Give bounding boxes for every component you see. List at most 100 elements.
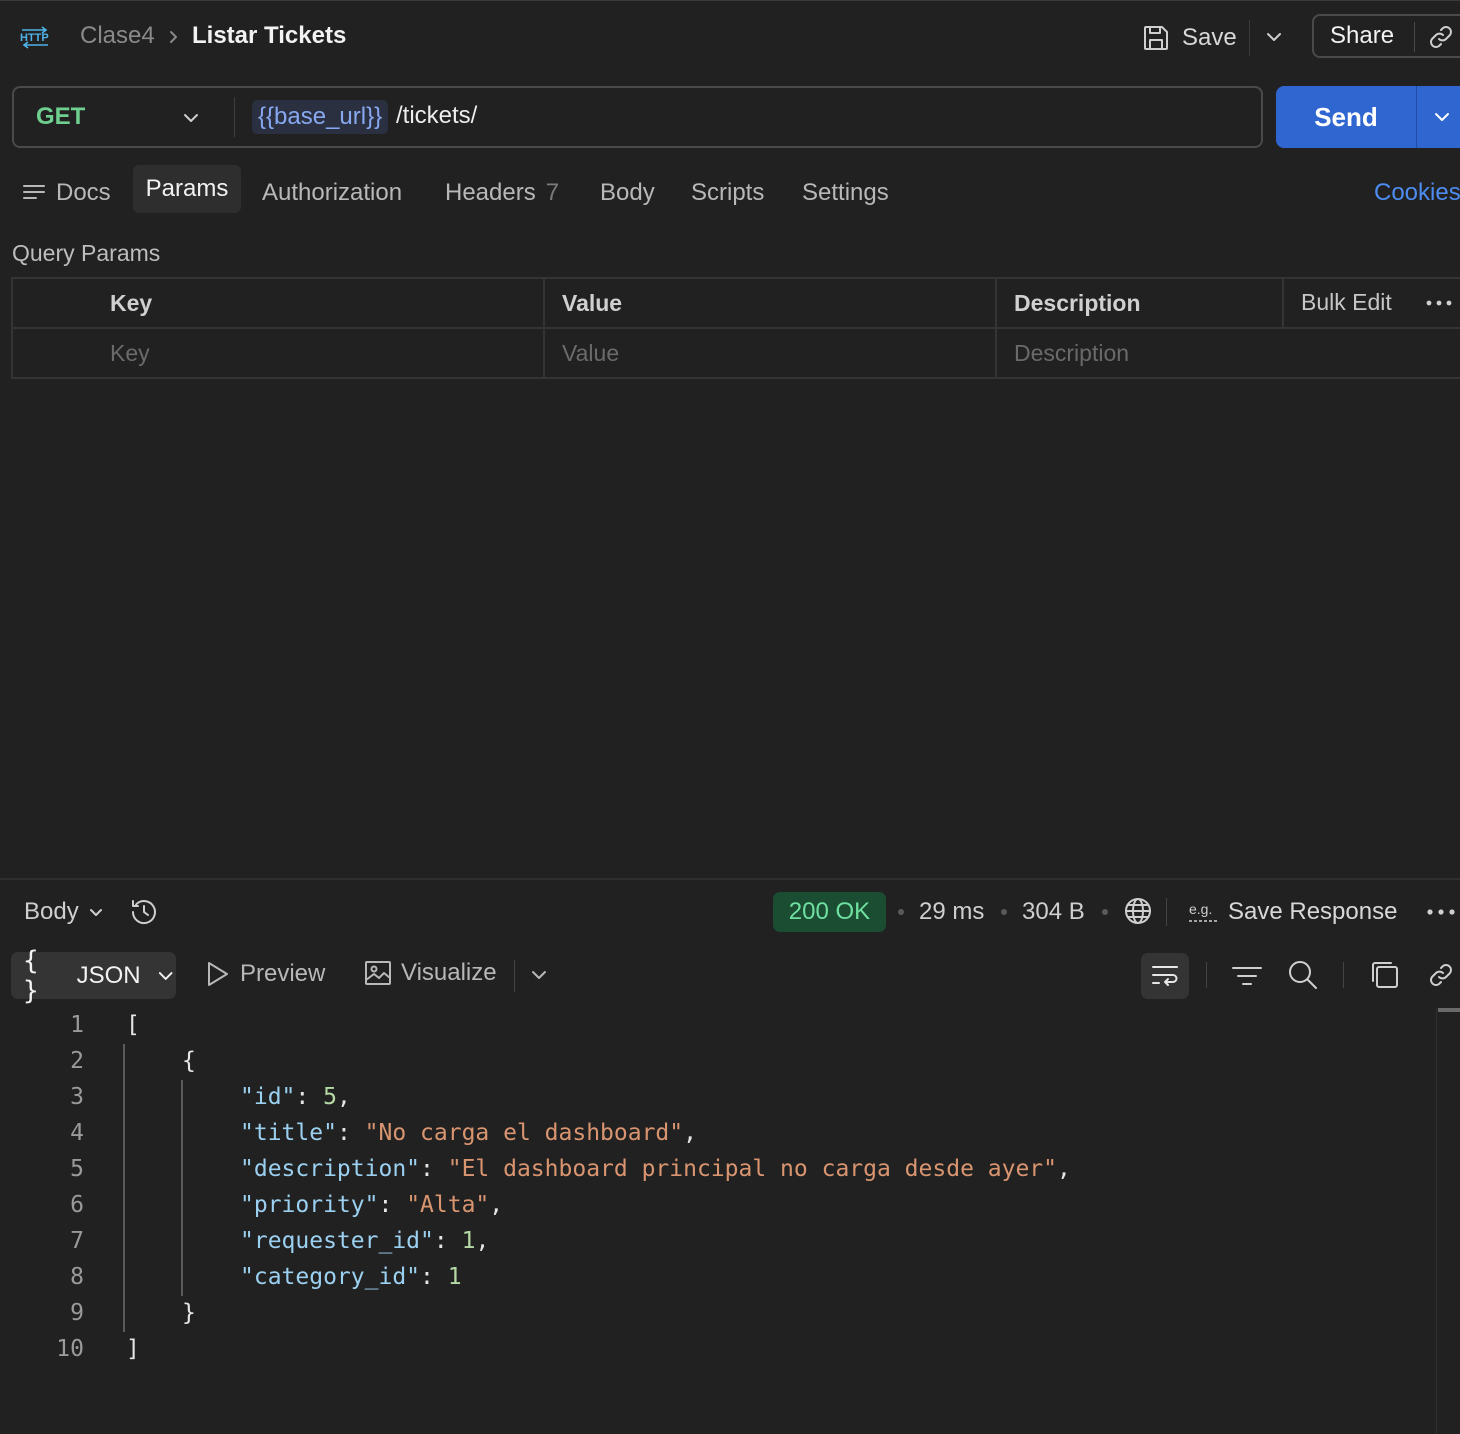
json-punctuation: , (475, 1228, 490, 1254)
svg-text:e.g.: e.g. (1189, 901, 1212, 917)
cookies-link[interactable]: Cookies (1374, 174, 1460, 212)
globe-icon[interactable] (1123, 896, 1153, 926)
json-string: "El dashboard principal no carga desde a… (447, 1156, 1057, 1182)
response-code-view[interactable]: 1 [2 {3 "id": 5, 4 "title": "No carga el dash… (0, 1008, 1436, 1428)
share-button[interactable]: Share (1330, 22, 1394, 50)
visualize-button[interactable]: Visualize (363, 958, 497, 988)
breadcrumb-parent[interactable]: Clase4 (80, 22, 155, 50)
chevron-down-icon (89, 909, 102, 916)
json-key: "title" (240, 1120, 337, 1146)
column-divider (995, 277, 997, 379)
code-line: [ (126, 1012, 140, 1038)
code-line: ] (126, 1336, 140, 1362)
json-punctuation: : (420, 1264, 448, 1290)
response-time: 29 ms (919, 898, 985, 925)
more-icon[interactable] (1424, 292, 1454, 314)
http-icon: HTTP (18, 24, 52, 50)
save-label: Save (1182, 24, 1237, 51)
line-number: 7 (70, 1228, 84, 1254)
history-icon[interactable] (128, 896, 160, 928)
json-punctuation: } (182, 1300, 196, 1326)
param-description-input[interactable]: Description (1014, 340, 1129, 367)
preview-button[interactable]: Preview (204, 958, 325, 990)
copy-icon[interactable] (1368, 958, 1402, 992)
json-punctuation: : (420, 1156, 448, 1182)
tab-authorization[interactable]: Authorization (262, 174, 402, 212)
json-punctuation: : (433, 1228, 462, 1254)
indent-guide (123, 1044, 125, 1332)
pane-resize-handle[interactable] (0, 878, 1460, 880)
json-punctuation: , (489, 1192, 504, 1218)
save-response-label: Save Response (1228, 898, 1398, 925)
visualize-label: Visualize (401, 959, 497, 986)
divider (1343, 962, 1344, 988)
json-number: 1 (461, 1228, 476, 1254)
param-key-input[interactable]: Key (110, 340, 150, 367)
more-icon[interactable] (1424, 898, 1458, 926)
json-key: "priority" (240, 1192, 379, 1218)
url-variable-chip[interactable]: {{base_url}} (252, 100, 389, 134)
code-line: "priority": "Alta", (240, 1192, 503, 1218)
json-key: "id" (240, 1084, 296, 1110)
line-number: 5 (70, 1156, 84, 1182)
param-value-input[interactable]: Value (562, 340, 619, 367)
code-line: { (182, 1048, 196, 1074)
filter-icon[interactable] (1230, 960, 1264, 992)
json-punctuation: , (1057, 1156, 1071, 1182)
url-input[interactable]: /tickets/ (396, 102, 477, 130)
send-options-button[interactable] (1416, 86, 1460, 148)
tab-settings[interactable]: Settings (802, 174, 889, 212)
code-line: "id": 5, (240, 1084, 351, 1110)
format-select[interactable]: { } JSON (11, 946, 176, 1006)
page-title[interactable]: Listar Tickets (192, 22, 346, 50)
bulk-edit-button[interactable]: Bulk Edit (1301, 289, 1392, 316)
scrollbar-thumb[interactable] (1438, 1008, 1460, 1012)
json-key: "category_id" (240, 1264, 421, 1290)
image-icon (365, 961, 391, 985)
status-badge: 200 OK (773, 892, 886, 932)
line-number: 6 (70, 1192, 84, 1218)
json-punctuation: : (336, 1120, 365, 1146)
send-button[interactable]: Send (1276, 86, 1416, 148)
code-line: "description": "El dashboard principal n… (240, 1156, 1071, 1182)
json-punctuation: { (182, 1048, 196, 1074)
indent-guide (181, 1080, 183, 1296)
separator-dot (898, 909, 904, 915)
column-divider (1282, 277, 1284, 327)
json-punctuation: ] (126, 1336, 140, 1362)
chevron-down-icon[interactable] (178, 106, 204, 130)
column-divider (543, 277, 545, 379)
tab-scripts[interactable]: Scripts (691, 174, 764, 212)
tab-params[interactable]: Params (133, 165, 241, 213)
link-icon[interactable] (1424, 958, 1458, 992)
link-icon[interactable] (1426, 22, 1456, 52)
scrollbar[interactable] (1436, 1008, 1460, 1434)
line-number: 4 (70, 1120, 84, 1146)
wrap-lines-button[interactable] (1141, 953, 1189, 999)
wrap-icon (1152, 966, 1178, 986)
method-select[interactable]: GET (36, 103, 85, 131)
divider (1206, 962, 1207, 988)
response-body-tab[interactable]: Body (24, 898, 105, 926)
save-response-button[interactable]: e.g. Save Response (1188, 898, 1397, 926)
tab-body[interactable]: Body (600, 174, 655, 212)
json-string: "Alta" (406, 1192, 490, 1218)
line-number: 3 (70, 1084, 84, 1110)
tab-docs[interactable]: Docs (22, 174, 111, 212)
save-button[interactable]: Save (1140, 18, 1246, 58)
query-params-title: Query Params (12, 240, 161, 266)
svg-text:HTTP: HTTP (20, 32, 49, 44)
code-line: "title": "No carga el dashboard", (240, 1120, 697, 1146)
json-punctuation: , (336, 1084, 351, 1110)
chevron-down-icon[interactable] (1262, 24, 1286, 50)
line-number: 8 (70, 1264, 84, 1290)
tab-headers[interactable]: Headers 7 (445, 174, 559, 212)
search-icon[interactable] (1286, 958, 1320, 992)
json-key: "description" (240, 1156, 421, 1182)
divider (1249, 20, 1250, 56)
line-number: 1 (70, 1012, 84, 1038)
headers-count-badge: 7 (545, 179, 560, 206)
json-punctuation: : (378, 1192, 407, 1218)
column-header-value: Value (562, 290, 623, 316)
chevron-down-icon[interactable] (528, 964, 550, 986)
